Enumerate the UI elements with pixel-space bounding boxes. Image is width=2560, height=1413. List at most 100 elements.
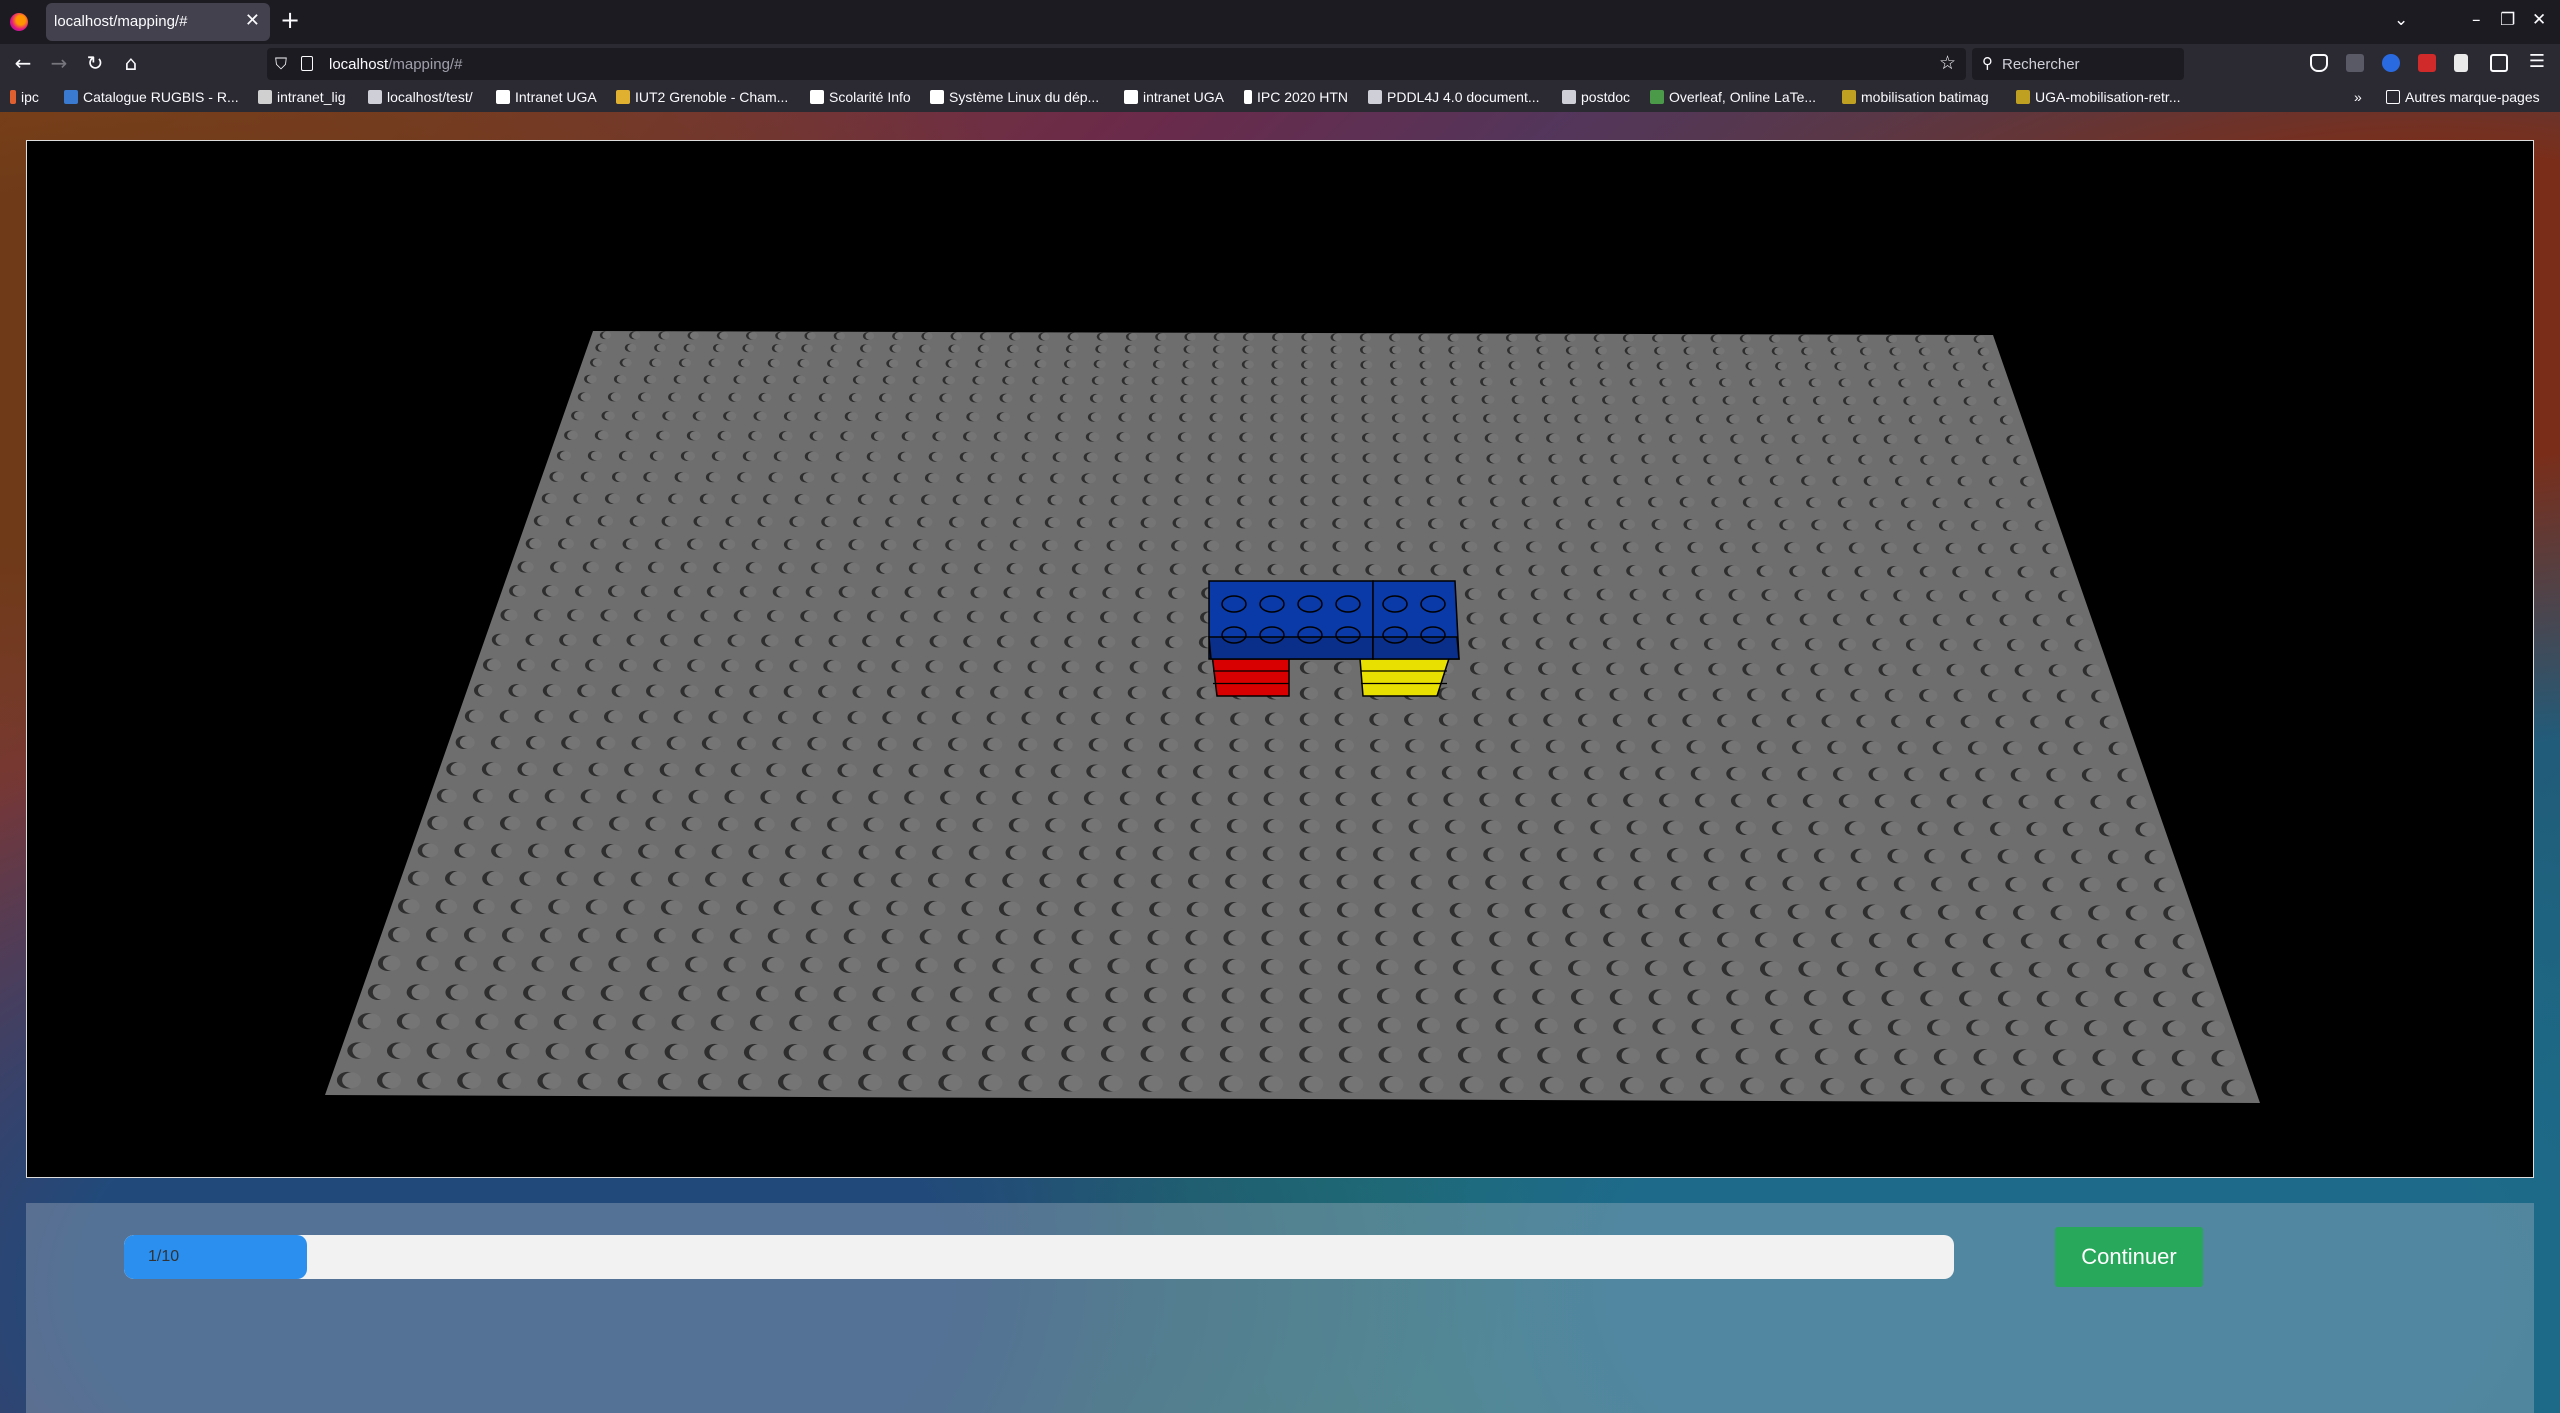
stud (1115, 473, 1128, 484)
blue-brick-large-side[interactable] (1208, 636, 1374, 660)
search-bar[interactable]: ⚲ (1972, 48, 2184, 80)
stud (1449, 820, 1466, 834)
stud (791, 393, 802, 402)
stud (1000, 635, 1015, 648)
bookmark-item[interactable]: mobilisation batimag (1842, 89, 1989, 105)
bookmark-label: Catalogue RUGBIS - R... (83, 89, 239, 105)
stud (1627, 793, 1644, 807)
bookmark-item[interactable]: Catalogue RUGBIS - R... (64, 89, 239, 105)
stud (2137, 1050, 2156, 1066)
stud (545, 585, 559, 597)
stud (1457, 960, 1476, 975)
adblock-icon[interactable] (2418, 54, 2436, 72)
url-bar[interactable]: ⛉ localhost/mapping/# ☆ (267, 48, 1966, 80)
stud (1333, 345, 1343, 354)
stud (1384, 1076, 1404, 1093)
stud (657, 659, 672, 672)
stud (1644, 663, 1659, 675)
bookmark-item[interactable]: intranet_lig (258, 89, 346, 105)
stud (586, 561, 599, 573)
more-bookmarks-icon[interactable]: » (2354, 89, 2362, 105)
lego-scene[interactable] (27, 141, 2533, 1177)
stud (631, 331, 641, 340)
stud (1487, 847, 1504, 862)
stud (1378, 874, 1395, 889)
stud (1303, 495, 1316, 506)
stud (1374, 765, 1391, 779)
new-tab-icon[interactable]: + (280, 6, 300, 34)
page-info-icon[interactable] (301, 56, 313, 71)
bookmark-item[interactable]: Overleaf, Online LaTe... (1650, 89, 1816, 105)
url-text[interactable]: localhost/mapping/# (329, 56, 462, 73)
tracking-protection-icon[interactable]: ⛉ (275, 54, 287, 74)
firefox-logo-icon[interactable] (10, 13, 28, 31)
stud (1000, 929, 1018, 945)
tab-active[interactable]: localhost/mapping/# ✕ (46, 3, 270, 41)
bookmark-item[interactable]: Système Linux du dép... (930, 89, 1099, 105)
forward-icon[interactable]: → (46, 51, 72, 75)
stud (1122, 818, 1139, 833)
stud (888, 516, 901, 528)
minimize-icon[interactable]: – (2472, 10, 2481, 30)
stud (1629, 361, 1640, 370)
reload-icon[interactable]: ↻ (82, 51, 108, 75)
stud (644, 985, 663, 1001)
stud (1479, 334, 1489, 342)
bookmark-item[interactable]: Intranet UGA (496, 89, 597, 105)
stud (1127, 345, 1137, 354)
stud (1150, 432, 1161, 442)
bookmark-item[interactable]: PDDL4J 4.0 document... (1368, 89, 1540, 105)
back-icon[interactable]: ← (10, 51, 36, 75)
stud (847, 412, 859, 421)
stud (1155, 874, 1173, 889)
bookmark-item[interactable]: IPC 2020 HTN (1244, 89, 1348, 105)
stud (1520, 453, 1532, 464)
progress-bar: 1/10 (124, 1235, 1954, 1279)
bookmark-item[interactable]: Scolarité Info (810, 89, 911, 105)
search-input[interactable] (2002, 54, 2172, 74)
restore-icon[interactable]: ❐ (2500, 10, 2515, 30)
list-tabs-icon[interactable]: ⌄ (2394, 10, 2408, 30)
extensions-puzzle-icon[interactable] (2490, 54, 2508, 72)
stud (611, 585, 625, 597)
stud (1479, 739, 1495, 753)
stud (745, 451, 758, 461)
stud (1923, 689, 1938, 702)
stud (1063, 1075, 1083, 1092)
stud (1225, 1046, 1244, 1062)
extension-blue-icon[interactable] (2382, 54, 2400, 72)
extension-icon[interactable] (2346, 54, 2364, 72)
pocket-icon[interactable] (2310, 54, 2328, 72)
reader-icon[interactable] (2454, 54, 2468, 72)
close-window-icon[interactable]: ✕ (2532, 10, 2546, 30)
other-bookmarks-folder[interactable]: Autres marque-pages (2386, 89, 2540, 105)
bookmark-item[interactable]: localhost/test/ (368, 89, 473, 105)
menu-icon[interactable]: ☰ (2524, 51, 2550, 72)
stud (1918, 961, 1936, 977)
bookmark-folder[interactable]: postdoc (1562, 89, 1630, 105)
stud (829, 359, 840, 368)
continue-button[interactable]: Continuer (2055, 1227, 2203, 1287)
bookmark-item[interactable]: ipc (10, 89, 39, 105)
stud (1097, 345, 1108, 354)
bookmark-item[interactable]: UGA-mobilisation-retr... (2016, 89, 2180, 105)
bookmark-item[interactable]: IUT2 Grenoble - Cham... (616, 89, 788, 105)
stud (486, 658, 501, 671)
bookmark-item[interactable]: intranet UGA (1124, 89, 1224, 105)
stud (2186, 1079, 2206, 1096)
tab-close-icon[interactable]: ✕ (245, 10, 260, 31)
stud (1265, 1017, 1284, 1033)
stud (1567, 588, 1581, 600)
stud (1125, 360, 1136, 369)
stud (1772, 475, 1785, 486)
3d-canvas[interactable] (26, 140, 2534, 1178)
stud (924, 929, 942, 944)
stud (1166, 686, 1181, 699)
bookmark-star-icon[interactable]: ☆ (1939, 52, 1956, 74)
stud (1340, 819, 1357, 834)
home-icon[interactable]: ⌂ (118, 51, 144, 75)
stud (1215, 345, 1225, 354)
stud (2095, 690, 2110, 703)
stud (799, 986, 818, 1002)
stud (953, 332, 962, 340)
